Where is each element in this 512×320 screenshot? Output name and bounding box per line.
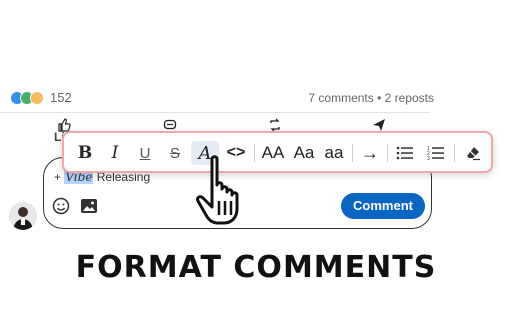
toolbar-separator [352,144,353,162]
user-photo [9,202,37,230]
format-toolbar: B I U S A <> AA Aa aa → 1 2 3 [62,131,493,173]
numbered-list-icon: 1 2 3 [427,146,444,161]
comment-prefix: + [54,170,65,184]
support-icon [30,90,44,105]
comment-submit-button[interactable]: Comment [341,193,425,219]
headline: FORMAT COMMENTS [75,250,437,285]
svg-text:3: 3 [427,156,430,161]
comment-icon[interactable] [163,118,177,132]
comments-reposts-count[interactable]: 7 comments • 2 reposts [308,91,434,105]
reactions-summary[interactable]: 152 [10,90,72,105]
reaction-count: 152 [50,90,72,105]
eraser-icon [467,147,480,161]
numbered-list-button[interactable]: 1 2 3 [422,141,450,165]
strikethrough-button[interactable]: S [162,141,188,165]
post-stats: 152 7 comments • 2 reposts [0,88,512,108]
repost-icon[interactable] [268,118,282,132]
lowercase-button[interactable]: aa [320,141,348,165]
hand-cursor-icon [196,155,239,225]
titlecase-button[interactable]: Aa [290,141,318,165]
bulleted-list-icon [396,146,413,160]
emoji-icon[interactable] [52,197,70,215]
send-icon[interactable] [372,118,386,132]
divider [0,112,430,113]
bold-button[interactable]: B [72,141,98,165]
image-icon[interactable] [80,198,98,214]
underline-button[interactable]: U [132,141,158,165]
toolbar-separator [454,144,455,162]
avatar[interactable] [9,202,37,230]
bulleted-list-button[interactable] [391,141,419,165]
arrow-button[interactable]: → [356,141,384,165]
toolbar-separator [387,144,388,162]
clear-format-button[interactable] [459,141,487,165]
italic-button[interactable]: I [102,141,128,165]
